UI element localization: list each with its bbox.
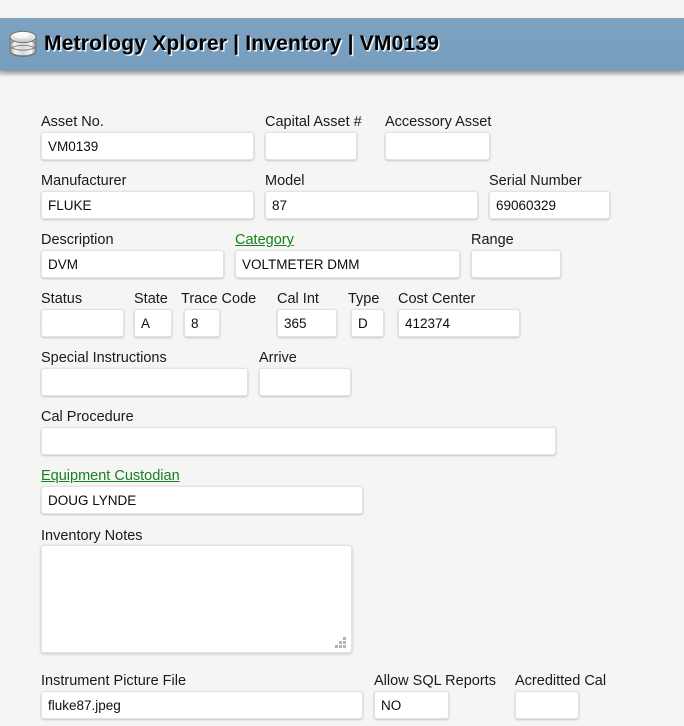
label-cal-procedure: Cal Procedure <box>41 409 134 425</box>
textarea-inventory-notes[interactable] <box>41 545 352 653</box>
window-title: Metrology Xplorer | Inventory | VM0139 <box>44 32 439 56</box>
input-allow-sql-reports[interactable]: NO <box>374 691 449 719</box>
input-manufacturer[interactable]: FLUKE <box>41 191 254 219</box>
label-model: Model <box>265 173 305 189</box>
label-type: Type <box>348 291 379 307</box>
window-titlebar: Metrology Xplorer | Inventory | VM0139 <box>0 18 684 70</box>
label-allow-sql-reports: Allow SQL Reports <box>374 673 496 689</box>
label-cost-center: Cost Center <box>398 291 475 307</box>
input-cost-center[interactable]: 412374 <box>398 309 520 337</box>
label-accessory-asset: Accessory Asset <box>385 114 491 130</box>
label-description: Description <box>41 232 114 248</box>
input-arrive[interactable] <box>259 368 351 396</box>
label-status: Status <box>41 291 82 307</box>
label-manufacturer: Manufacturer <box>41 173 126 189</box>
input-description[interactable]: DVM <box>41 250 224 278</box>
input-special-instructions[interactable] <box>41 368 248 396</box>
input-capital-asset[interactable] <box>265 132 357 160</box>
label-inventory-notes: Inventory Notes <box>41 528 143 544</box>
label-capital-asset: Capital Asset # <box>265 114 362 130</box>
input-category[interactable]: VOLTMETER DMM <box>235 250 460 278</box>
input-equipment-custodian[interactable]: DOUG LYNDE <box>41 486 363 514</box>
input-trace-code[interactable]: 8 <box>184 309 220 337</box>
label-acreditted-cal: Acreditted Cal <box>515 673 606 689</box>
input-instrument-picture-file[interactable]: fluke87.jpeg <box>41 691 363 719</box>
input-serial-number[interactable]: 69060329 <box>489 191 610 219</box>
input-accessory-asset[interactable] <box>385 132 490 160</box>
label-instrument-picture-file: Instrument Picture File <box>41 673 186 689</box>
application-window: Metrology Xplorer | Inventory | VM0139 A… <box>0 0 684 726</box>
input-cal-procedure[interactable] <box>41 427 556 455</box>
input-cal-int[interactable]: 365 <box>277 309 337 337</box>
label-cal-int: Cal Int <box>277 291 319 307</box>
input-acreditted-cal[interactable] <box>515 691 579 719</box>
input-model[interactable]: 87 <box>265 191 478 219</box>
label-special-instructions: Special Instructions <box>41 350 167 366</box>
label-range: Range <box>471 232 514 248</box>
input-status[interactable] <box>41 309 124 337</box>
label-arrive: Arrive <box>259 350 297 366</box>
link-category[interactable]: Category <box>235 232 294 248</box>
input-asset-no[interactable]: VM0139 <box>41 132 254 160</box>
input-range[interactable] <box>471 250 561 278</box>
input-type[interactable]: D <box>351 309 384 337</box>
label-trace-code: Trace Code <box>181 291 256 307</box>
input-state[interactable]: A <box>134 309 172 337</box>
link-equipment-custodian[interactable]: Equipment Custodian <box>41 468 180 484</box>
label-state: State <box>134 291 168 307</box>
label-asset-no: Asset No. <box>41 114 104 130</box>
database-stack-icon <box>8 28 38 60</box>
label-serial-number: Serial Number <box>489 173 582 189</box>
